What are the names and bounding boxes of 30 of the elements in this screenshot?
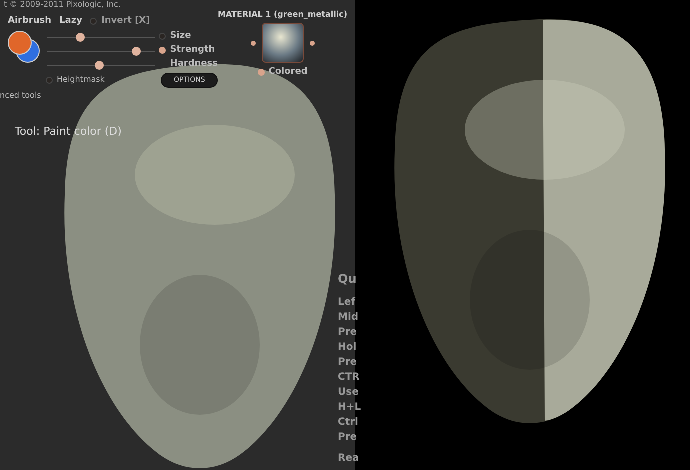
slider-track[interactable]	[47, 48, 156, 56]
colored-label: Colored	[268, 66, 308, 79]
help-line: Pre	[338, 431, 358, 445]
help-line: H+L	[338, 401, 362, 415]
advanced-tools-label: nced tools	[0, 90, 42, 102]
heightmask-label: Heightmask	[57, 74, 105, 86]
help-line: Pre	[338, 356, 358, 370]
slider-thumb[interactable]	[95, 61, 104, 70]
material-title: MATERIAL 1 (green_metallic)	[218, 9, 348, 21]
help-footer: Rea	[338, 451, 362, 466]
slider-track[interactable]	[47, 34, 156, 42]
slider-thumb[interactable]	[76, 33, 85, 42]
help-line: Pre	[338, 326, 358, 340]
brush-name: Airbrush	[8, 15, 52, 28]
help-line: Lef	[338, 296, 357, 310]
help-line: Ctrl	[338, 416, 360, 430]
tool-label: Tool: Paint color (D)	[15, 124, 123, 140]
param-label: Size	[170, 30, 192, 43]
help-line: Use	[338, 386, 360, 400]
help-line: Hol	[338, 341, 358, 355]
slider-thumb[interactable]	[132, 47, 141, 56]
lazy-label: Lazy	[60, 15, 82, 28]
help-line: Mid	[338, 311, 360, 325]
copyright-text: t © 2009-2011 Pixologic, Inc.	[4, 0, 122, 9]
slider-track[interactable]	[47, 62, 156, 70]
help-title: Qu	[338, 272, 358, 287]
param-label: Strength	[170, 44, 216, 57]
help-line: CTR	[338, 371, 361, 385]
color-swatches[interactable]	[8, 30, 42, 64]
invert-label: Invert [X]	[101, 15, 150, 28]
